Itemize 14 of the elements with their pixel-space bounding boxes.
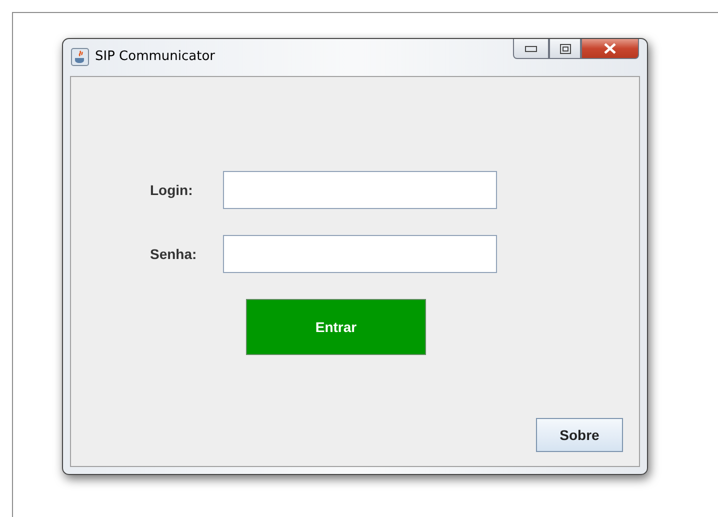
close-icon: [603, 43, 617, 54]
minimize-button[interactable]: [513, 39, 549, 59]
login-button[interactable]: Entrar: [246, 299, 426, 355]
java-cup-icon: [71, 48, 89, 66]
about-button[interactable]: Sobre: [536, 418, 623, 452]
close-button[interactable]: [581, 39, 639, 59]
maximize-button[interactable]: [549, 39, 581, 59]
field-label: Login:: [149, 182, 194, 198]
input-field[interactable]: [223, 235, 497, 273]
maximize-icon: [560, 44, 570, 54]
window-title: SIP Communicator: [95, 49, 216, 64]
input-field[interactable]: [223, 171, 497, 209]
minimize-icon: [525, 46, 537, 52]
field-label: Senha:: [149, 246, 198, 262]
